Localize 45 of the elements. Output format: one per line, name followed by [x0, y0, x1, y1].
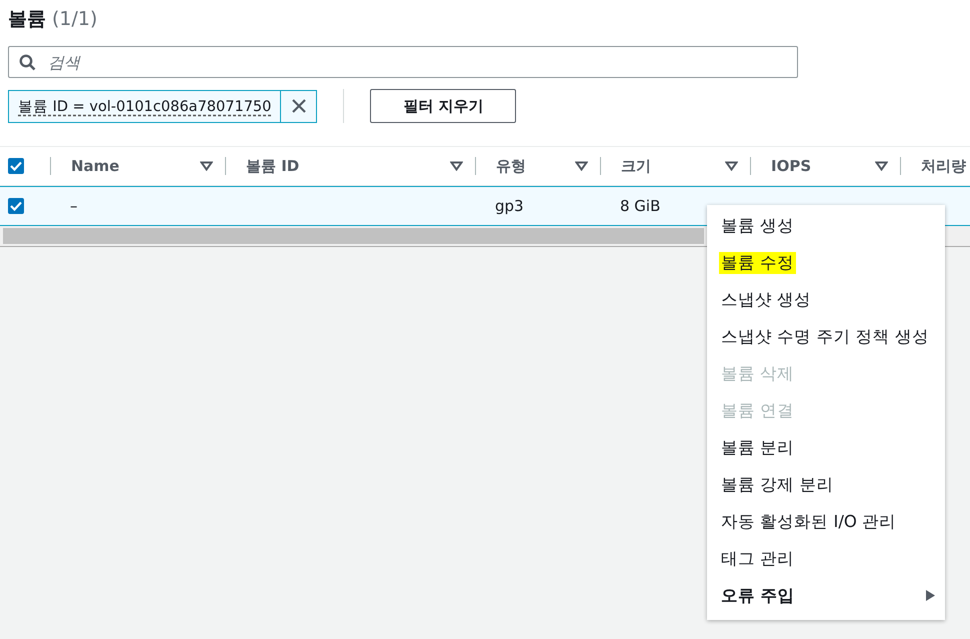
- menu-item-label: 스냅샷 수명 주기 정책 생성: [720, 326, 930, 348]
- close-icon: [290, 98, 307, 114]
- menu-item-label: 볼륨 삭제: [720, 362, 796, 384]
- volume-count: (1/1): [52, 8, 98, 30]
- menu-item[interactable]: 볼륨 강제 분리: [707, 466, 945, 503]
- menu-item-label: 볼륨 수정: [719, 252, 796, 274]
- menu-item[interactable]: 볼륨 수정: [707, 244, 945, 281]
- menu-item[interactable]: 볼륨 분리: [707, 429, 945, 466]
- menu-item-label: 볼륨 분리: [720, 436, 796, 458]
- select-all-checkbox[interactable]: [8, 158, 24, 174]
- menu-item[interactable]: 스냅샷 수명 주기 정책 생성: [707, 318, 945, 355]
- scrollbar-thumb[interactable]: [3, 228, 704, 244]
- column-header[interactable]: 볼륨 ID: [246, 156, 300, 176]
- menu-item-label: 스냅샷 생성: [720, 288, 812, 310]
- column-header[interactable]: 유형: [496, 156, 526, 176]
- table-cell-text: gp3: [494, 196, 525, 217]
- menu-item-label: 오류 주입: [720, 584, 796, 606]
- menu-item[interactable]: 자동 활성화된 I/O 관리: [707, 503, 945, 540]
- sort-caret-icon[interactable]: [875, 161, 888, 171]
- sort-caret-icon[interactable]: [725, 161, 738, 171]
- menu-item[interactable]: 볼륨 생성: [707, 207, 945, 244]
- table-cell-text: –: [69, 196, 78, 217]
- sort-caret-icon[interactable]: [200, 161, 213, 171]
- column-header[interactable]: 처리량: [921, 156, 966, 176]
- sort-caret-icon[interactable]: [575, 161, 588, 171]
- clear-filters-button[interactable]: 필터 지우기: [370, 89, 516, 123]
- menu-item-label: 볼륨 연결: [720, 400, 796, 422]
- menu-item-label: 볼륨 강제 분리: [720, 474, 834, 496]
- menu-item-label: 태그 관리: [720, 548, 796, 570]
- submenu-arrow-icon: [926, 590, 935, 601]
- menu-item-label: 자동 활성화된 I/O 관리: [720, 510, 898, 532]
- page-title: 볼륨: [8, 7, 46, 32]
- menu-item[interactable]: 스냅샷 생성: [707, 281, 945, 318]
- column-header[interactable]: 크기: [621, 156, 651, 176]
- row-checkbox[interactable]: [8, 198, 24, 214]
- search-field[interactable]: 검색: [8, 46, 798, 78]
- sort-caret-icon[interactable]: [450, 161, 463, 171]
- menu-item-label: 볼륨 생성: [720, 214, 796, 236]
- column-header[interactable]: IOPS: [771, 157, 812, 175]
- table-cell-text: 8 GiB: [619, 196, 662, 217]
- search-icon: [19, 54, 36, 70]
- menu-item[interactable]: 오류 주입: [707, 577, 945, 614]
- menu-item[interactable]: 태그 관리: [707, 540, 945, 577]
- column-header[interactable]: Name: [71, 157, 120, 175]
- filter-token-label[interactable]: 볼륨 ID = vol-0101c086a78071750: [9, 90, 280, 122]
